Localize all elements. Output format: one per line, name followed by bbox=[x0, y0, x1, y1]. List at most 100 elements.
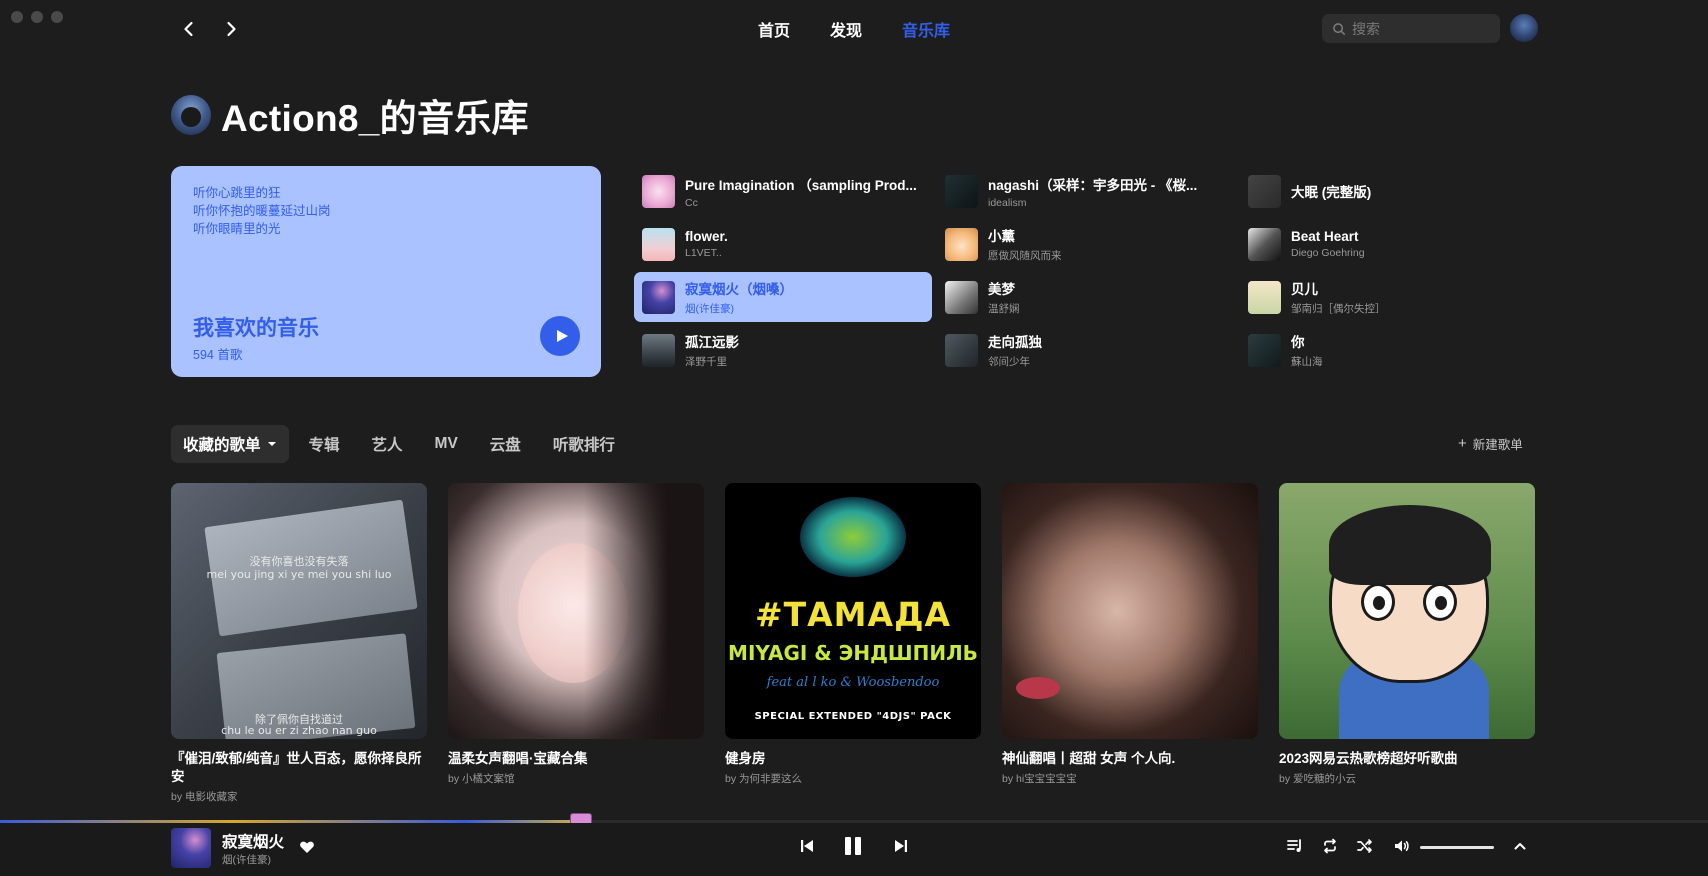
tab-ranking[interactable]: 听歌排行 bbox=[541, 425, 627, 463]
play-liked-button[interactable] bbox=[540, 316, 580, 356]
song-meta: 大眠 (完整版) bbox=[1291, 181, 1531, 201]
playlist-card[interactable]: 没有你喜也没有失落 mei you jing xi ye mei you shi… bbox=[171, 483, 427, 804]
song-cover bbox=[642, 174, 675, 208]
song-artist[interactable]: 温舒娴 bbox=[988, 301, 1228, 316]
song-item[interactable]: 小薰 愿做风随风而来 bbox=[937, 219, 1235, 269]
song-artist[interactable]: 邻间少年 bbox=[988, 354, 1228, 369]
liked-songs-title: 我喜欢的音乐 bbox=[193, 317, 319, 340]
playlist-title[interactable]: 健身房 bbox=[725, 750, 981, 768]
song-meta: 你蘇山海 bbox=[1291, 331, 1531, 369]
volume-button[interactable] bbox=[1392, 836, 1412, 856]
lyric-line: 听你眼睛里的光 bbox=[193, 222, 281, 236]
cover-art-shape bbox=[1361, 583, 1395, 621]
song-meta: 美梦 温舒娴 bbox=[988, 278, 1228, 316]
playlist-queue-button[interactable] bbox=[1285, 836, 1305, 856]
song-item[interactable]: 走向孤独 邻间少年 bbox=[937, 325, 1235, 375]
search-input[interactable] bbox=[1352, 20, 1492, 37]
song-item[interactable]: 孤江远影 泽野千里 bbox=[634, 325, 932, 375]
tab-playlists[interactable]: 收藏的歌单 bbox=[171, 425, 289, 463]
song-artist[interactable]: L1VET.. bbox=[685, 247, 925, 259]
repeat-button[interactable] bbox=[1320, 836, 1340, 856]
lyric-line: 听你心跳里的狂 bbox=[193, 186, 281, 200]
now-playing-artist[interactable]: 烟(许佳豪) bbox=[222, 852, 271, 867]
song-item[interactable]: 你蘇山海 bbox=[1240, 325, 1538, 375]
playlist-title[interactable]: 神仙翻唱丨超甜 女声 个人向. bbox=[1002, 750, 1258, 768]
song-item[interactable]: 大眠 (完整版) bbox=[1240, 166, 1538, 216]
cover-art-shape bbox=[1016, 677, 1060, 699]
playlist-card[interactable]: 神仙翻唱丨超甜 女声 个人向. by hi宝宝宝宝宝 bbox=[1002, 483, 1258, 804]
song-artist[interactable]: 邹南归［偶尔失控］ bbox=[1291, 301, 1531, 316]
song-title: 孤江远影 bbox=[685, 335, 739, 350]
playlist-creator[interactable]: by 爱吃糖的小云 bbox=[1279, 771, 1535, 786]
playlist-creator[interactable]: by 小橘文案馆 bbox=[448, 771, 704, 786]
playlist-creator[interactable]: by 为何非要这么 bbox=[725, 771, 981, 786]
nav-home[interactable]: 首页 bbox=[758, 17, 790, 41]
song-artist[interactable]: idealism bbox=[988, 197, 1228, 209]
cover-caption: mei you jing xi ye mei you shi luo bbox=[206, 568, 392, 581]
song-meta: 小薰 愿做风随风而来 bbox=[988, 225, 1228, 263]
playlist-card[interactable]: #ТАМАДА MIYAGI & ЭНДШПИЛЬ feat al l ko &… bbox=[725, 483, 981, 804]
cover-art-shape bbox=[1329, 505, 1491, 585]
song-meta: 走向孤独 邻间少年 bbox=[988, 331, 1228, 369]
song-item[interactable]: 寂寞烟火（烟嗓） 烟(许佳豪) bbox=[634, 272, 932, 322]
song-meta: flower. L1VET.. bbox=[685, 229, 925, 259]
song-item[interactable]: Pure Imagination （sampling Prod... Cc bbox=[634, 166, 932, 216]
nav-library[interactable]: 音乐库 bbox=[902, 17, 950, 41]
song-artist[interactable]: 蘇山海 bbox=[1291, 354, 1531, 369]
new-playlist-button[interactable]: + 新建歌单 bbox=[1458, 434, 1523, 453]
playlist-card[interactable]: 2023网易云热歌榜超好听歌曲 by 爱吃糖的小云 bbox=[1279, 483, 1535, 804]
expand-player-button[interactable] bbox=[1510, 836, 1530, 856]
playlist-creator[interactable]: by hi宝宝宝宝宝 bbox=[1002, 771, 1258, 786]
liked-songs-card[interactable]: 听你心跳里的狂 听你怀抱的暖蔓延过山岗 听你眼睛里的光 我喜欢的音乐 594 首… bbox=[171, 166, 601, 377]
song-cover bbox=[1248, 280, 1281, 314]
song-item[interactable]: 美梦 温舒娴 bbox=[937, 272, 1235, 322]
liked-songs-count: 594 首歌 bbox=[193, 348, 243, 362]
song-title: 小薰 bbox=[988, 229, 1015, 244]
playlist-creator[interactable]: by 电影收藏家 bbox=[171, 789, 427, 804]
playlist-row: 没有你喜也没有失落 mei you jing xi ye mei you shi… bbox=[171, 483, 1535, 804]
player-bar: 寂寞烟火 烟(许佳豪) bbox=[0, 823, 1708, 876]
playlist-cover bbox=[448, 483, 704, 739]
playlist-title[interactable]: 『催泪/致郁/纯音』世人百态，愿你择良所安 bbox=[171, 750, 427, 786]
playlist-title[interactable]: 温柔女声翻唱·宝藏合集 bbox=[448, 750, 704, 768]
now-playing-cover[interactable] bbox=[171, 828, 211, 868]
song-item[interactable]: flower. L1VET.. bbox=[634, 219, 932, 269]
playlist-title[interactable]: 2023网易云热歌榜超好听歌曲 bbox=[1279, 750, 1535, 768]
now-playing-title[interactable]: 寂寞烟火 bbox=[222, 830, 284, 852]
volume-slider[interactable] bbox=[1420, 846, 1494, 849]
nav-discover[interactable]: 发现 bbox=[830, 17, 862, 41]
song-artist[interactable]: 愿做风随风而来 bbox=[988, 248, 1228, 263]
song-artist[interactable]: Diego Goehring bbox=[1291, 247, 1531, 259]
song-item[interactable]: Beat Heart Diego Goehring bbox=[1240, 219, 1538, 269]
song-cover bbox=[945, 280, 978, 314]
playlist-cover: 没有你喜也没有失落 mei you jing xi ye mei you shi… bbox=[171, 483, 427, 739]
song-title: 美梦 bbox=[988, 282, 1015, 297]
tab-artists[interactable]: 艺人 bbox=[360, 425, 415, 463]
shuffle-button[interactable] bbox=[1355, 836, 1375, 856]
shuffle-icon bbox=[1357, 839, 1372, 853]
playlist-card[interactable]: 温柔女声翻唱·宝藏合集 by 小橘文案馆 bbox=[448, 483, 704, 804]
volume-icon bbox=[1395, 840, 1409, 852]
cover-text: feat al l ko & Woosbendoo bbox=[766, 675, 940, 690]
heart-icon[interactable] bbox=[299, 839, 315, 855]
skip-back-icon bbox=[801, 840, 813, 852]
user-avatar[interactable] bbox=[1510, 14, 1538, 42]
song-item[interactable]: nagashi（采样：宇多田光 - 《桜... idealism bbox=[937, 166, 1235, 216]
song-item[interactable]: 贝儿邹南归［偶尔失控］ bbox=[1240, 272, 1538, 322]
tab-mv[interactable]: MV bbox=[423, 427, 470, 461]
next-button[interactable] bbox=[891, 836, 911, 856]
song-cover bbox=[945, 227, 978, 261]
song-cover bbox=[642, 280, 675, 314]
song-artist[interactable]: Cc bbox=[685, 197, 925, 209]
song-cover bbox=[945, 333, 978, 367]
lyrics-snippet: 听你心跳里的狂 听你怀抱的暖蔓延过山岗 听你眼睛里的光 bbox=[193, 184, 579, 238]
search-box[interactable] bbox=[1322, 14, 1500, 43]
song-artist[interactable]: 烟(许佳豪) bbox=[685, 301, 925, 316]
song-artist[interactable]: 泽野千里 bbox=[685, 354, 925, 369]
song-cover bbox=[945, 174, 978, 208]
tab-albums[interactable]: 专辑 bbox=[297, 425, 352, 463]
pause-button[interactable] bbox=[841, 834, 865, 858]
tab-cloud[interactable]: 云盘 bbox=[478, 425, 533, 463]
song-title: 贝儿 bbox=[1291, 282, 1318, 297]
previous-button[interactable] bbox=[797, 836, 817, 856]
